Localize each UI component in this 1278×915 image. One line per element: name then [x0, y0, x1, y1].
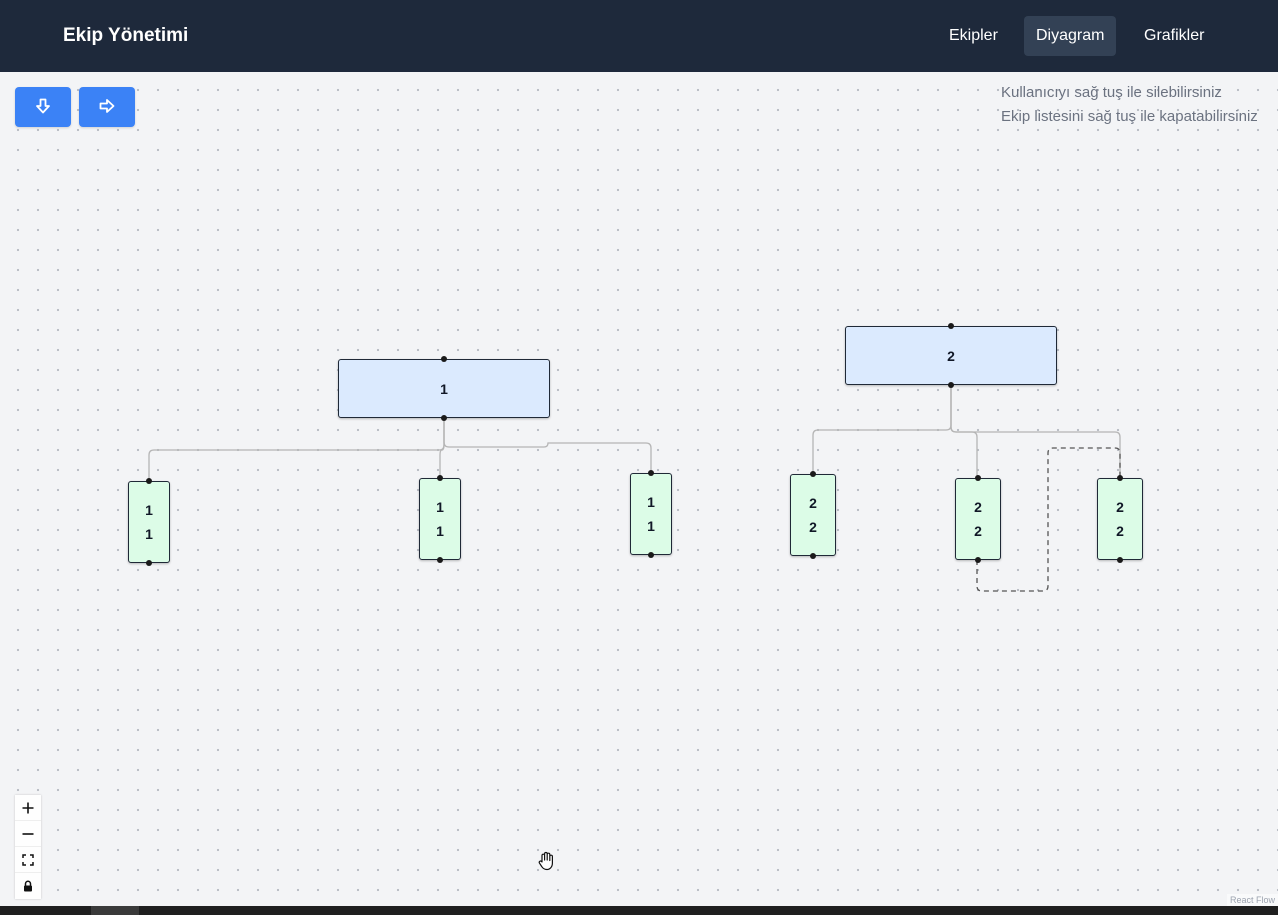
node-handle-bottom[interactable] — [648, 552, 654, 558]
lock-button[interactable] — [15, 873, 41, 899]
team-node-2[interactable]: 2 — [845, 323, 1057, 388]
member-node-1-3[interactable]: 1 1 — [630, 470, 672, 558]
member-node-2-3[interactable]: 2 2 — [1097, 475, 1143, 563]
navbar: Ekip Yönetimi Ekipler Diyagram Grafikler — [0, 0, 1278, 72]
member-line-2: 2 — [809, 519, 817, 535]
member-line-2: 2 — [974, 523, 982, 539]
nav-diyagram[interactable]: Diyagram — [1024, 16, 1117, 56]
member-line-1: 2 — [809, 495, 817, 511]
node-handle-bottom[interactable] — [1117, 557, 1123, 563]
node-handle-bottom[interactable] — [810, 553, 816, 559]
member-line-2: 1 — [436, 523, 444, 539]
member-line-1: 2 — [1116, 499, 1124, 515]
fit-view-icon — [22, 853, 34, 866]
edge-team1-member3 — [443, 418, 652, 473]
node-handle-bottom[interactable] — [948, 382, 954, 388]
nav-grafikler[interactable]: Grafikler — [1132, 16, 1216, 56]
member-node-1-2[interactable]: 1 1 — [419, 475, 461, 563]
node-handle-bottom[interactable] — [437, 557, 443, 563]
team-node-1[interactable]: 1 — [338, 356, 550, 421]
taskbar-item[interactable] — [91, 906, 139, 915]
member-line-1: 1 — [436, 499, 444, 515]
edge-team1-member1 — [148, 418, 445, 481]
node-handle-bottom[interactable] — [146, 560, 152, 566]
node-handle-bottom[interactable] — [441, 415, 447, 421]
member-node-2-2[interactable]: 2 2 — [955, 475, 1001, 563]
node-handle-top[interactable] — [146, 478, 152, 484]
grab-cursor-icon — [536, 850, 558, 877]
attribution-link[interactable]: React Flow — [1226, 894, 1278, 906]
member-line-2: 2 — [1116, 523, 1124, 539]
member-node-1-1[interactable]: 1 1 — [128, 478, 170, 566]
node-handle-top[interactable] — [648, 470, 654, 476]
member-node-2-1[interactable]: 2 2 — [790, 471, 836, 559]
zoom-in-icon — [22, 802, 34, 813]
nav-ekipler[interactable]: Ekipler — [937, 16, 1010, 56]
brand-title: Ekip Yönetimi — [63, 25, 189, 46]
member-line-1: 1 — [647, 494, 655, 510]
os-taskbar — [0, 906, 1278, 915]
zoom-out-icon — [22, 832, 34, 835]
member-line-2: 1 — [647, 518, 655, 534]
team-label: 1 — [440, 380, 448, 397]
node-handle-top[interactable] — [437, 475, 443, 481]
member-line-1: 1 — [145, 502, 153, 518]
fit-view-button[interactable] — [15, 847, 41, 873]
node-handle-top[interactable] — [948, 323, 954, 329]
zoom-out-button[interactable] — [15, 821, 41, 847]
node-handle-top[interactable] — [810, 471, 816, 477]
flow-controls — [15, 795, 41, 899]
node-handle-top[interactable] — [441, 356, 447, 362]
edge-team2-member1 — [812, 385, 952, 474]
member-line-1: 2 — [974, 499, 982, 515]
diagram-canvas[interactable]: Kullanıcıyı sağ tuş ile silebilirsiniz E… — [0, 72, 1278, 906]
zoom-in-button[interactable] — [15, 795, 41, 821]
node-handle-top[interactable] — [1117, 475, 1123, 481]
node-handle-top[interactable] — [975, 475, 981, 481]
node-handle-bottom[interactable] — [975, 557, 981, 563]
member-line-2: 1 — [145, 526, 153, 542]
lock-icon — [24, 880, 32, 892]
team-label: 2 — [947, 347, 955, 364]
